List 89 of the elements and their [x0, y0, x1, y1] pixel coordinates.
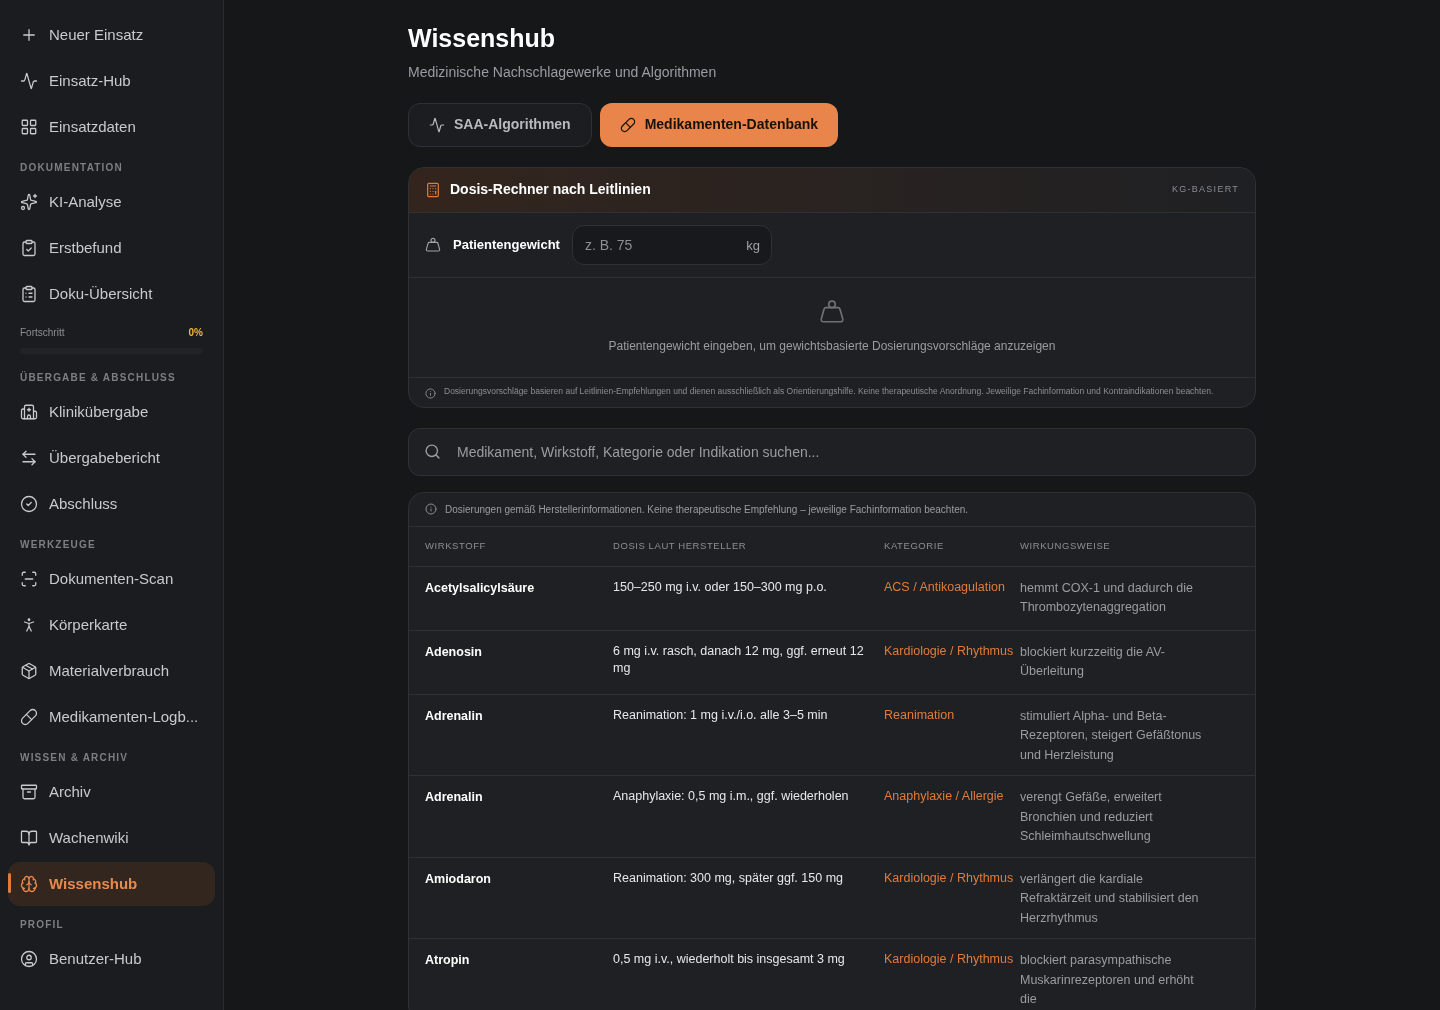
grid-icon [20, 118, 38, 136]
card-title: Dosis-Rechner nach Leitlinien [450, 180, 651, 199]
archive-icon [20, 783, 38, 801]
sidebar-item[interactable]: Körperkarte [8, 603, 215, 647]
sidebar-item[interactable]: Einsatzdaten [8, 105, 215, 149]
sidebar-item[interactable]: Klinikübergabe [8, 390, 215, 434]
empty-message: Patientengewicht eingeben, um gewichtsbasierte Dosierungsvorschläge anzuzeigen [608, 338, 1056, 355]
brain-icon [20, 875, 38, 893]
table-cell-text: Adrenalin [424, 707, 484, 725]
sidebar-item[interactable]: Wissenshub [8, 862, 215, 906]
table-cell-text: Anaphylaxie: 0,5 mg i.m., ggf. wiederholen [613, 788, 850, 805]
search-icon [424, 442, 441, 460]
table-cell-text: hemmt COX-1 und dadurch die Thrombozytenaggregation [1020, 579, 1194, 616]
badge-label: KG-BASIERT [1172, 182, 1239, 196]
table-cell-text: Adrenalin [424, 789, 484, 806]
plus-icon [20, 26, 38, 44]
sidebar-item[interactable]: Dokumenten-Scan [8, 557, 215, 601]
progress-reading: 0% [188, 326, 203, 340]
table-cell-text: 150–250 mg i.v. oder 150–300 mg p.o. [613, 578, 828, 596]
unit-label: kg [746, 236, 760, 255]
info-icon [425, 503, 437, 515]
table-cell-text: verlängert die kardiale Refraktärzeit und stabilisiert den Herzrhythmus [1020, 870, 1200, 927]
sidebar-item[interactable]: Übergabebericht [8, 436, 215, 480]
sidebar-item[interactable]: Einsatz-Hub [8, 59, 215, 103]
table-cell-text: verengt Gefäße, erweitert Bronchien und reduziert Schleimhautschwellung [1020, 789, 1163, 845]
scan-icon [20, 570, 38, 588]
table-cell-text: blockiert kurzzeitig die AV-Überleitung [1020, 643, 1166, 680]
pulse-icon [429, 116, 445, 133]
sidebar-item[interactable]: Medikamenten-Logb... [8, 695, 215, 739]
table-cell-text: 6 mg i.v. rasch, danach 12 mg, ggf. erneut 12 mg [613, 642, 865, 677]
tab[interactable]: Medikamenten-Datenbank [599, 102, 839, 147]
table-cell-text: stimuliert Alpha- und Beta-Rezeptoren, steigert Gefäßtonus und Herzleistung [1020, 707, 1203, 764]
column-header: WIRKSTOFF [424, 538, 487, 553]
sidebar-item[interactable]: Materialverbrauch [8, 649, 215, 693]
disclaimer: Dosierungsvorschläge basieren auf Leitlinien-Empfehlungen und dienen ausschließlich als Orientierungshilfe. Keine therapeutische Anordnung. Jeweilige Fachinformation und Kontraindikationen beachten. [444, 385, 1214, 398]
table-cell-text: 0,5 mg i.v., wiederholt bis insgesamt 3 mg [613, 951, 846, 968]
table-cell-text: Acetylsalicylsäure [424, 579, 536, 597]
column-header: WIRKUNGSWEISE [1020, 538, 1112, 553]
sidebar-item[interactable]: Archiv [8, 770, 215, 814]
sidebar-item[interactable]: Abschluss [8, 482, 215, 526]
section-heading: WISSEN & ARCHIV [19, 751, 130, 765]
sidebar-item[interactable]: Wachenwiki [8, 816, 215, 860]
table-notice: Dosierungen gemäß Herstellerinformationen. Keine therapeutische Empfehlung – jeweilige Fachinformation beachten. [445, 502, 969, 517]
sidebar-item[interactable]: Doku-Übersicht [8, 272, 215, 316]
tab[interactable]: SAA-Algorithmen [408, 102, 592, 147]
table-cell-text: Reanimation: 300 mg, später ggf. 150 mg [613, 869, 844, 887]
page-title: Wissenshub [408, 23, 557, 54]
section-heading: DOKUMENTATION [19, 161, 124, 175]
section-heading: WERKZEUGE [19, 538, 97, 552]
sidebar-item[interactable]: Neuer Einsatz [8, 13, 215, 57]
table-cell-text: blockiert parasympathische Muskarinrezeptoren und erhöht die [1020, 952, 1195, 1008]
column-header: KATEGORIE [884, 538, 945, 553]
table-cell-text: Adenosin [424, 643, 483, 661]
pill-icon [20, 708, 38, 726]
progress-label: Fortschritt [20, 326, 65, 340]
active-indicator [8, 873, 11, 893]
clipboard-list-icon [20, 285, 38, 303]
table-cell-text: Atropin [424, 952, 471, 969]
page-subtitle: Medizinische Nachschlagewerke und Algorithmen [408, 62, 718, 82]
user-icon [20, 950, 38, 968]
table-cell-text: Amiodaron [424, 870, 492, 888]
sidebar-item[interactable]: Benutzer-Hub [8, 937, 215, 981]
calculator-icon [425, 181, 441, 198]
table-cell-text: Reanimation [884, 706, 956, 724]
section-heading: ÜBERGABE & ABSCHLUSS [19, 370, 177, 385]
clipboard-check-icon [20, 239, 38, 257]
table-cell-text: Anaphylaxie / Allergie [884, 788, 1005, 805]
weight-icon [819, 299, 845, 325]
section-heading: PROFIL [19, 918, 65, 932]
book-icon [20, 829, 38, 847]
search-field[interactable]: Medikament, Wirkstoff, Kategorie oder Indikation suchen... [408, 427, 1256, 476]
column-header: DOSIS LAUT HERSTELLER [613, 538, 748, 553]
arrows-icon [20, 449, 38, 467]
check-circle-icon [20, 495, 38, 513]
table-cell-text: ACS / Antikoagulation [884, 578, 1006, 596]
table-cell-text: Kardiologie / Rhythmus [884, 642, 1015, 660]
hospital-icon [20, 403, 38, 421]
field-label: Patientengewicht [453, 235, 560, 254]
sidebar-item[interactable]: Erstbefund [8, 226, 215, 270]
pill-icon [619, 116, 636, 133]
sidebar-item[interactable]: KI-Analyse [8, 180, 215, 224]
weight-icon [425, 236, 441, 253]
sparkles-icon [20, 193, 38, 211]
table-cell-text: Kardiologie / Rhythmus [884, 951, 1015, 968]
table-cell-text: Kardiologie / Rhythmus [884, 869, 1015, 887]
table-cell-text: Reanimation: 1 mg i.v./i.o. alle 3–5 min [613, 706, 829, 724]
pulse-icon [20, 72, 38, 90]
package-icon [20, 662, 38, 680]
info-icon [425, 387, 436, 399]
